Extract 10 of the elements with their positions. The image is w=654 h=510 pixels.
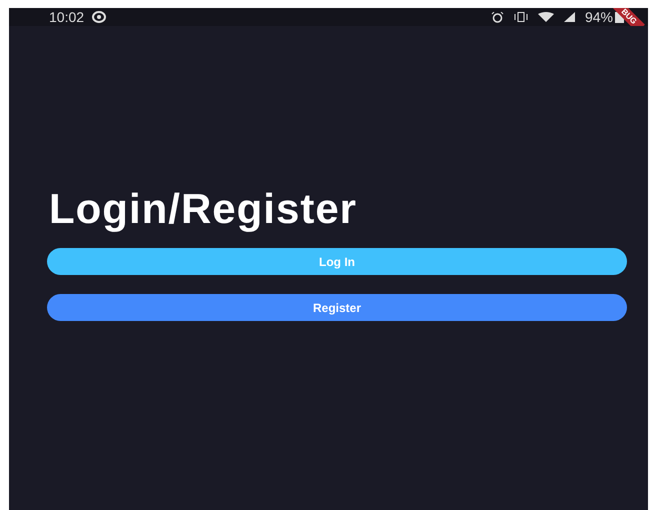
- status-time: 10:02: [49, 9, 84, 25]
- register-button[interactable]: Register: [47, 294, 627, 321]
- signal-icon: [564, 12, 575, 22]
- notification-icon: [92, 11, 106, 23]
- login-button[interactable]: Log In: [47, 248, 627, 275]
- page-title: Login/Register: [49, 184, 358, 234]
- vibrate-icon: [514, 12, 528, 22]
- wifi-icon: [538, 12, 554, 22]
- alarm-icon: [490, 12, 504, 22]
- battery-percent: 94%: [584, 9, 613, 25]
